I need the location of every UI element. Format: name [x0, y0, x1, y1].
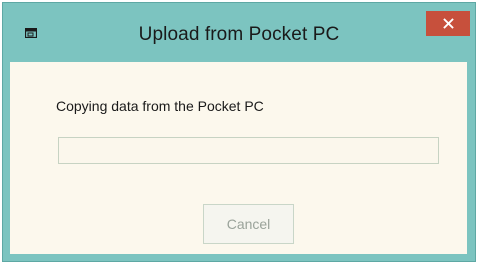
dialog-client-area: Copying data from the Pocket PC Cancel: [10, 62, 467, 254]
status-label: Copying data from the Pocket PC: [56, 98, 264, 114]
close-button[interactable]: [426, 11, 470, 36]
cancel-button[interactable]: Cancel: [203, 204, 294, 244]
title-bar[interactable]: Upload from Pocket PC: [3, 3, 475, 59]
dialog-window: Upload from Pocket PC Copying data from …: [2, 2, 476, 262]
progress-bar: [58, 137, 439, 164]
window-title: Upload from Pocket PC: [138, 24, 340, 45]
close-icon: [442, 18, 454, 29]
